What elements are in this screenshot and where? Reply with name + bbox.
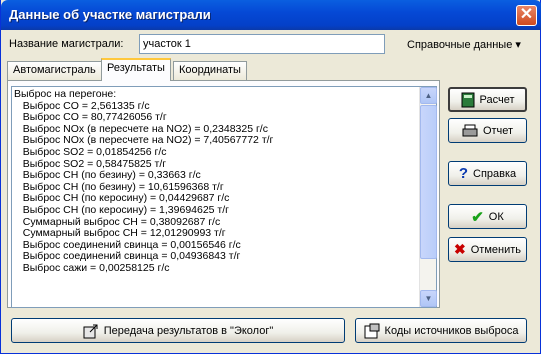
- calc-label: Расчет: [479, 93, 515, 106]
- cancel-icon: ✖: [454, 241, 466, 257]
- source-codes-button[interactable]: Коды источников выброса: [355, 318, 527, 343]
- results-scrollbar[interactable]: ▲ ▼: [419, 87, 437, 307]
- results-text: Выброс на перегоне: Выброс CO = 2,561335…: [14, 88, 274, 274]
- transfer-label: Передача результатов в "Эколог": [103, 324, 274, 337]
- tab-highway[interactable]: Автомагистраль: [7, 61, 102, 80]
- calc-button[interactable]: Расчет: [448, 87, 527, 112]
- printer-icon: [462, 124, 478, 136]
- report-label: Отчет: [482, 124, 514, 137]
- source-codes-icon: [364, 323, 380, 338]
- scroll-up-icon[interactable]: ▲: [420, 87, 437, 104]
- results-memo[interactable]: Выброс на перегоне: Выброс CO = 2,561335…: [11, 86, 437, 308]
- highway-name-label: Название магистрали:: [9, 38, 124, 50]
- checkmark-icon: ✔: [471, 208, 484, 226]
- dialog-window: Данные об участке магистрали ✕ Название …: [0, 0, 541, 354]
- tab-coordinates[interactable]: Координаты: [173, 61, 247, 80]
- highway-name-input[interactable]: [139, 34, 385, 54]
- ok-label: ОК: [488, 210, 504, 223]
- reference-data-menu[interactable]: Справочные данные ▾: [407, 38, 521, 51]
- scroll-thumb[interactable]: [420, 105, 437, 259]
- help-label: Справка: [473, 167, 517, 180]
- reference-data-label: Справочные данные: [407, 39, 513, 51]
- report-button[interactable]: Отчет: [448, 118, 527, 143]
- question-icon: ?: [458, 165, 468, 182]
- help-button[interactable]: ? Справка: [448, 161, 527, 186]
- title-bar[interactable]: Данные об участке магистрали ✕: [1, 0, 541, 30]
- transfer-to-ecolog-button[interactable]: Передача результатов в "Эколог": [11, 318, 345, 343]
- cancel-label: Отменить: [470, 243, 521, 256]
- tab-results[interactable]: Результаты: [101, 58, 171, 81]
- cancel-button[interactable]: ✖ Отменить: [448, 237, 527, 262]
- calculator-icon: [461, 92, 474, 107]
- transfer-icon: [83, 324, 98, 338]
- scroll-down-icon[interactable]: ▼: [420, 290, 437, 307]
- close-button[interactable]: ✕: [516, 5, 537, 26]
- ok-button[interactable]: ✔ ОК: [448, 204, 527, 229]
- dropdown-arrow-icon: ▾: [515, 39, 521, 51]
- source-codes-label: Коды источников выброса: [384, 324, 519, 337]
- window-title: Данные об участке магистрали: [9, 7, 211, 22]
